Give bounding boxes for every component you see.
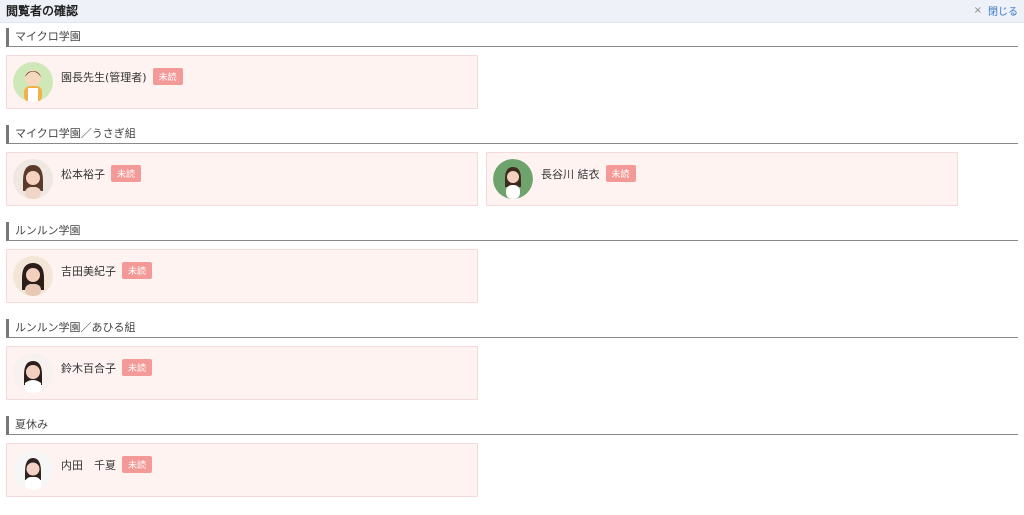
- viewer-card[interactable]: 長谷川 結衣 未読: [486, 152, 958, 206]
- viewer-name-row: 吉田美紀子 未読: [61, 262, 153, 279]
- section-cards: 園長先生(管理者) 未読: [6, 55, 1018, 109]
- viewer-card[interactable]: 吉田美紀子 未読: [6, 249, 478, 303]
- status-badge: 未読: [111, 165, 142, 182]
- viewer-name: 園長先生(管理者): [61, 70, 147, 84]
- status-badge: 未読: [122, 456, 153, 473]
- viewer-name-row: 長谷川 結衣 未読: [541, 165, 636, 182]
- avatar-photo: [13, 353, 53, 393]
- close-button[interactable]: × 閉じる: [974, 3, 1018, 18]
- viewer-card[interactable]: 鈴木百合子 未読: [6, 346, 478, 400]
- avatar-photo: [13, 256, 53, 296]
- status-badge: 未読: [152, 68, 183, 85]
- status-badge: 未読: [122, 262, 153, 279]
- section-cards: 内田 千夏 未読: [6, 443, 1018, 497]
- viewer-name: 鈴木百合子: [61, 361, 116, 375]
- sections-list: マイクロ学園 園長先生(管理者) 未読 マイクロ学園／うさぎ組 松本裕子 未読 …: [0, 28, 1024, 497]
- section-3: ルンルン学園／あひる組 鈴木百合子 未読: [6, 319, 1018, 400]
- section-cards: 吉田美紀子 未読: [6, 249, 1018, 303]
- section-title: ルンルン学園: [6, 222, 1018, 241]
- close-label: 閉じる: [988, 7, 1018, 18]
- status-badge: 未読: [122, 359, 153, 376]
- viewer-card[interactable]: 内田 千夏 未読: [6, 443, 478, 497]
- section-title: マイクロ学園: [6, 28, 1018, 47]
- dialog-title: 閲覧者の確認: [6, 4, 79, 18]
- close-icon: ×: [973, 5, 982, 16]
- viewer-name: 内田 千夏: [61, 458, 116, 472]
- section-title: ルンルン学園／あひる組: [6, 319, 1018, 338]
- avatar-photo: [493, 159, 533, 199]
- viewer-name: 松本裕子: [61, 167, 105, 181]
- section-4: 夏休み 内田 千夏 未読: [6, 416, 1018, 497]
- section-title: マイクロ学園／うさぎ組: [6, 125, 1018, 144]
- status-badge: 未読: [605, 165, 636, 182]
- avatar-illustration: [13, 62, 53, 102]
- viewer-name-row: 園長先生(管理者) 未読: [61, 68, 183, 85]
- viewer-confirmation-titlebar: 閲覧者の確認 × 閉じる: [0, 0, 1024, 23]
- avatar-photo: [13, 159, 53, 199]
- viewer-name: 長谷川 結衣: [541, 167, 600, 181]
- viewer-name-row: 松本裕子 未読: [61, 165, 142, 182]
- viewer-name-row: 内田 千夏 未読: [61, 456, 153, 473]
- section-title: 夏休み: [6, 416, 1018, 435]
- viewer-card[interactable]: 園長先生(管理者) 未読: [6, 55, 478, 109]
- avatar-photo: [13, 450, 53, 490]
- section-2: ルンルン学園 吉田美紀子 未読: [6, 222, 1018, 303]
- viewer-name-row: 鈴木百合子 未読: [61, 359, 153, 376]
- section-cards: 松本裕子 未読 長谷川 結衣 未読: [6, 152, 1018, 206]
- viewer-card[interactable]: 松本裕子 未読: [6, 152, 478, 206]
- viewer-name: 吉田美紀子: [61, 264, 116, 278]
- section-cards: 鈴木百合子 未読: [6, 346, 1018, 400]
- section-1: マイクロ学園／うさぎ組 松本裕子 未読 長谷川 結衣 未読: [6, 125, 1018, 206]
- section-0: マイクロ学園 園長先生(管理者) 未読: [6, 28, 1018, 109]
